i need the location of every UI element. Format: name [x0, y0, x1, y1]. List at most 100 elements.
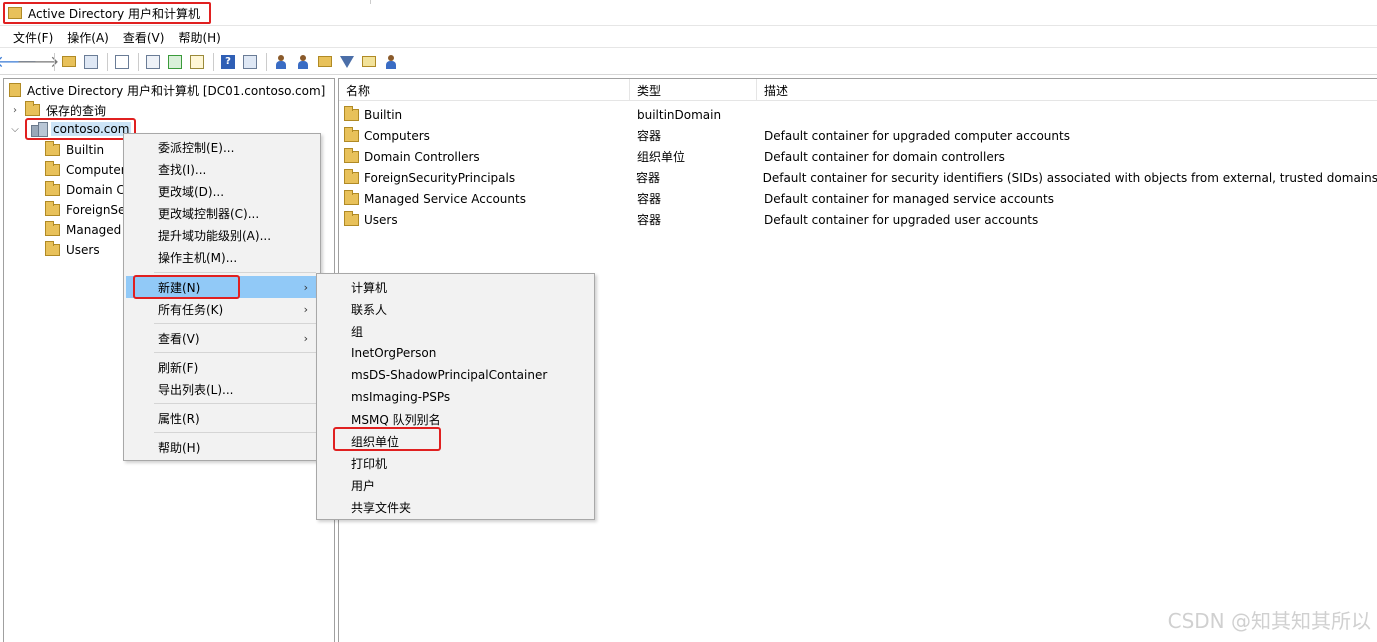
menu-item-change-dc[interactable]: 更改域控制器(C)... — [126, 202, 318, 224]
submenu-item-group[interactable]: 组 — [319, 320, 592, 342]
submenu-item-organizational-unit[interactable]: 组织单位 — [319, 430, 592, 452]
ad-app-icon — [8, 7, 22, 19]
show-console-tree-icon[interactable] — [81, 52, 101, 72]
menu-item-all-tasks-label: 所有任务(K) — [158, 302, 224, 317]
export-list-icon[interactable] — [143, 52, 163, 72]
ad-root-icon — [9, 83, 21, 97]
tree-item-domain[interactable]: ⌵ contoso.com — [9, 118, 137, 140]
submenu-item-contact[interactable]: 联系人 — [319, 298, 592, 320]
menu-item-new[interactable]: 新建(N) › — [126, 276, 318, 298]
menu-item-export-list[interactable]: 导出列表(L)... — [126, 378, 318, 400]
tree-item-saved-queries[interactable]: › 保存的查询 — [9, 100, 106, 120]
chevron-right-icon[interactable]: › — [9, 105, 21, 116]
column-header-name[interactable]: 名称 — [339, 79, 630, 101]
submenu-item-printer[interactable]: 打印机 — [319, 452, 592, 474]
context-menu: 委派控制(E)... 查找(I)... 更改域(D)... 更改域控制器(C).… — [123, 133, 321, 461]
menu-item-delegate-control[interactable]: 委派控制(E)... — [126, 136, 318, 158]
menu-item-operations-masters[interactable]: 操作主机(M)... — [126, 246, 318, 268]
row-type: 容器 — [637, 192, 662, 206]
tree-root[interactable]: Active Directory 用户和计算机 [DC01.contoso.co… — [9, 80, 325, 100]
tree-item-users[interactable]: Users — [45, 240, 100, 260]
submenu-item-msimaging-psps[interactable]: msImaging-PSPs — [319, 386, 592, 408]
row-description: Default container for security identifie… — [762, 170, 1377, 185]
chevron-right-icon: › — [303, 302, 308, 316]
list-row[interactable]: Domain Controllers 组织单位 Default containe… — [339, 146, 1377, 167]
folder-icon — [45, 141, 60, 156]
refresh-icon[interactable] — [165, 52, 185, 72]
toolbar-separator — [107, 52, 108, 71]
menu-item-new-label: 新建(N) — [158, 280, 201, 295]
filter-icon[interactable] — [337, 52, 357, 72]
chevron-right-icon: › — [303, 280, 308, 294]
tree-item-label: Builtin — [66, 143, 105, 157]
add-to-group-icon[interactable] — [381, 52, 401, 72]
chevron-right-icon: › — [303, 331, 308, 345]
folder-icon — [45, 241, 60, 256]
tree-root-label: Active Directory 用户和计算机 [DC01.contoso.co… — [27, 83, 326, 98]
menu-separator — [154, 403, 316, 404]
menu-item-change-domain[interactable]: 更改域(D)... — [126, 180, 318, 202]
menu-file[interactable]: 文件(F) — [6, 29, 60, 46]
new-ou-icon[interactable] — [315, 52, 335, 72]
submenu-item-shadow-principal-container[interactable]: msDS-ShadowPrincipalContainer — [319, 364, 592, 386]
forward-arrow-icon[interactable]: 🡒 — [17, 52, 60, 72]
menu-action[interactable]: 操作(A) — [60, 29, 116, 46]
tree-item-builtin[interactable]: Builtin — [45, 140, 104, 160]
toolbar-separator — [266, 52, 267, 71]
folder-icon — [45, 181, 60, 196]
submenu-item-inetorgperson[interactable]: InetOrgPerson — [319, 342, 592, 364]
toolbar: 🡐 🡒 ? — [0, 49, 1377, 75]
row-type: builtinDomain — [637, 107, 722, 122]
up-folder-icon[interactable] — [59, 52, 79, 72]
domain-icon — [31, 122, 48, 137]
list-row[interactable]: ForeignSecurityPrincipals 容器 Default con… — [339, 167, 1377, 188]
list-row[interactable]: Managed Service Accounts 容器 Default cont… — [339, 188, 1377, 209]
tree-item-computers[interactable]: Computers — [45, 160, 132, 180]
column-header-description[interactable]: 描述 — [757, 79, 1377, 101]
row-description: Default container for managed service ac… — [764, 191, 1054, 206]
row-name: Users — [364, 212, 398, 227]
row-name: Managed Service Accounts — [364, 191, 526, 206]
row-type: 容器 — [637, 213, 662, 227]
menu-separator — [154, 323, 316, 324]
find-icon[interactable] — [359, 52, 379, 72]
properties-icon[interactable] — [112, 52, 132, 72]
row-type: 组织单位 — [637, 150, 686, 164]
menu-item-find[interactable]: 查找(I)... — [126, 158, 318, 180]
list-row[interactable]: Computers 容器 Default container for upgra… — [339, 125, 1377, 146]
submenu-item-shared-folder[interactable]: 共享文件夹 — [319, 496, 592, 518]
help-icon[interactable]: ? — [218, 52, 238, 72]
folder-icon — [344, 126, 359, 142]
menu-item-all-tasks[interactable]: 所有任务(K) › — [126, 298, 318, 320]
menu-help[interactable]: 帮助(H) — [171, 29, 227, 46]
submenu-item-msmq-alias[interactable]: MSMQ 队列别名 — [319, 408, 592, 430]
title-divider — [370, 0, 371, 4]
action-pane-icon[interactable] — [240, 52, 260, 72]
menu-item-help[interactable]: 帮助(H) — [126, 436, 318, 458]
menu-item-raise-functional-level[interactable]: 提升域功能级别(A)... — [126, 224, 318, 246]
new-user-icon[interactable] — [271, 52, 291, 72]
list-header: 名称 类型 描述 — [339, 79, 1377, 101]
toolbar-separator — [54, 52, 55, 71]
menu-bar: 文件(F) 操作(A) 查看(V) 帮助(H) — [0, 27, 1377, 48]
row-description: Default container for domain controllers — [764, 149, 1005, 164]
domain-highlight: contoso.com — [25, 118, 137, 140]
row-description: Default container for upgraded computer … — [764, 128, 1070, 143]
row-name: Builtin — [364, 107, 403, 122]
menu-item-refresh[interactable]: 刷新(F) — [126, 356, 318, 378]
new-group-icon[interactable] — [293, 52, 313, 72]
folder-icon — [45, 201, 60, 216]
menu-item-properties[interactable]: 属性(R) — [126, 407, 318, 429]
export-icon[interactable] — [187, 52, 207, 72]
column-header-type[interactable]: 类型 — [630, 79, 757, 101]
list-row[interactable]: Users 容器 Default container for upgraded … — [339, 209, 1377, 230]
row-name: ForeignSecurityPrincipals — [364, 170, 516, 185]
menu-item-view[interactable]: 查看(V) › — [126, 327, 318, 349]
submenu-item-computer[interactable]: 计算机 — [319, 276, 592, 298]
list-row[interactable]: Builtin builtinDomain — [339, 104, 1377, 125]
submenu-item-user[interactable]: 用户 — [319, 474, 592, 496]
window-title: Active Directory 用户和计算机 — [28, 6, 201, 21]
menu-view[interactable]: 查看(V) — [116, 29, 172, 46]
chevron-down-icon[interactable]: ⌵ — [9, 124, 21, 135]
folder-icon — [45, 221, 60, 236]
